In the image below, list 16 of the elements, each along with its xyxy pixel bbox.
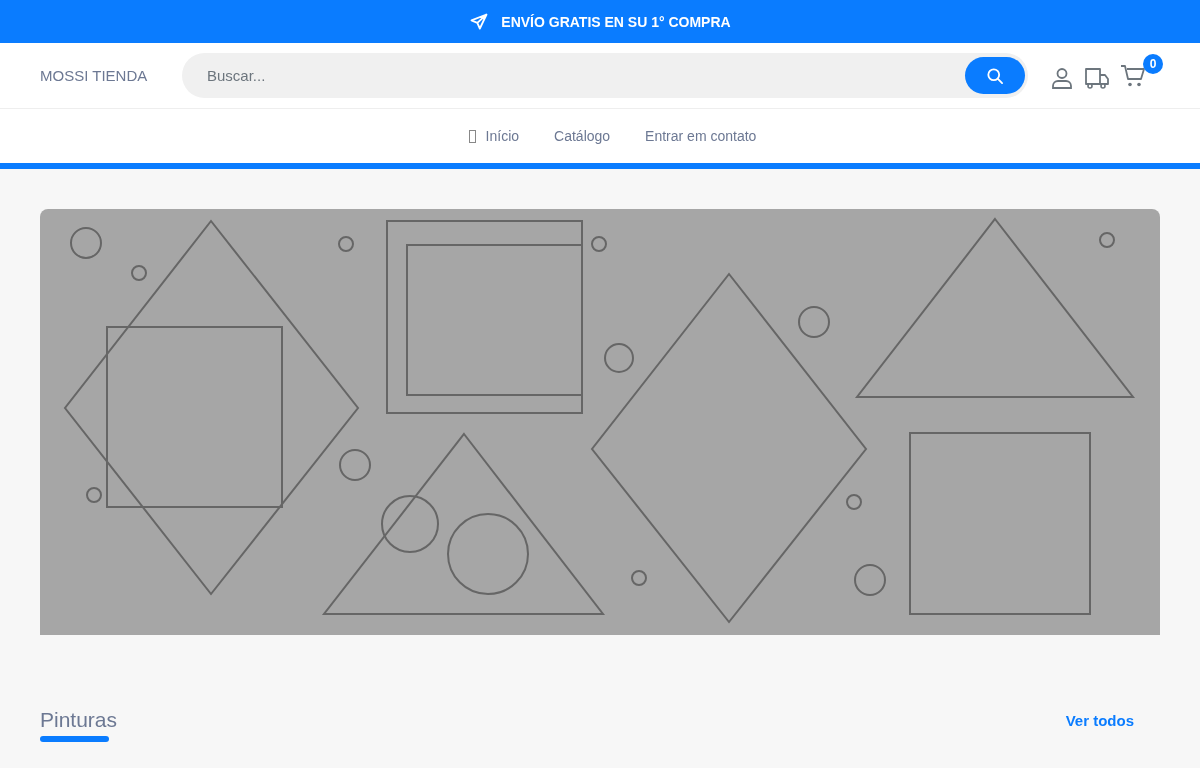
title-underline (40, 736, 109, 742)
user-icon[interactable] (1050, 65, 1074, 90)
view-all-link[interactable]: Ver todos (1065, 712, 1134, 729)
cart-icon[interactable] (1120, 62, 1146, 89)
paper-plane-icon (469, 11, 490, 32)
section-title: Pinturas (40, 708, 118, 732)
nav-link[interactable]: Entrar em contato (645, 128, 757, 144)
store-logo[interactable]: MOSSI TIENDA (40, 67, 182, 84)
nav-link[interactable]: Início (485, 128, 520, 144)
truck-icon[interactable] (1084, 65, 1110, 90)
announcement-text: ENVÍO GRATIS EN SU 1° COMPRA (501, 13, 731, 30)
search-button[interactable] (965, 57, 1025, 94)
nav-link[interactable]: Catálogo (554, 128, 611, 144)
search-field[interactable]: Buscar... (182, 53, 1028, 98)
search-icon (985, 65, 1005, 86)
cart-count-badge: 0 (1143, 53, 1163, 74)
